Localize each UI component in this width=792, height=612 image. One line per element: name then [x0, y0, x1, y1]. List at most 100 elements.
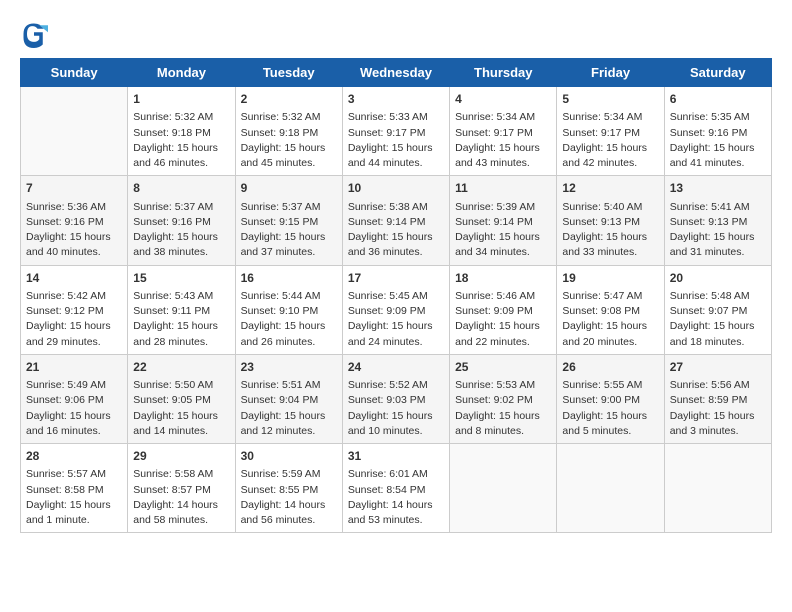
day-info: Sunrise: 5:37 AMSunset: 9:16 PMDaylight:…: [133, 201, 218, 259]
day-number: 26: [562, 359, 658, 376]
calendar-cell: 18 Sunrise: 5:46 AMSunset: 9:09 PMDayligh…: [450, 265, 557, 354]
day-number: 19: [562, 270, 658, 287]
calendar-cell: 17 Sunrise: 5:45 AMSunset: 9:09 PMDayligh…: [342, 265, 449, 354]
day-info: Sunrise: 5:36 AMSunset: 9:16 PMDaylight:…: [26, 201, 111, 259]
day-info: Sunrise: 5:40 AMSunset: 9:13 PMDaylight:…: [562, 201, 647, 259]
calendar-cell: 8 Sunrise: 5:37 AMSunset: 9:16 PMDaylight…: [128, 176, 235, 265]
day-info: Sunrise: 5:52 AMSunset: 9:03 PMDaylight:…: [348, 379, 433, 437]
page-header: [20, 20, 772, 48]
calendar-cell: 10 Sunrise: 5:38 AMSunset: 9:14 PMDayligh…: [342, 176, 449, 265]
day-number: 8: [133, 180, 229, 197]
calendar-cell: 9Sunrise: 5:37 AMSunset: 9:15 PMDaylight…: [235, 176, 342, 265]
day-number: 3: [348, 91, 444, 108]
calendar-week-row: 1 Sunrise: 5:32 AMSunset: 9:18 PMDaylight…: [21, 87, 772, 176]
calendar-cell: 1 Sunrise: 5:32 AMSunset: 9:18 PMDaylight…: [128, 87, 235, 176]
day-info: Sunrise: 5:32 AMSunset: 9:18 PMDaylight:…: [241, 111, 326, 169]
logo: [20, 20, 52, 48]
day-number: 21: [26, 359, 122, 376]
weekday-header-saturday: Saturday: [664, 59, 771, 87]
calendar-cell: 21 Sunrise: 5:49 AMSunset: 9:06 PMDayligh…: [21, 354, 128, 443]
day-number: 20: [670, 270, 766, 287]
day-number: 24: [348, 359, 444, 376]
day-info: Sunrise: 5:39 AMSunset: 9:14 PMDaylight:…: [455, 201, 540, 259]
day-number: 29: [133, 448, 229, 465]
day-info: Sunrise: 5:50 AMSunset: 9:05 PMDaylight:…: [133, 379, 218, 437]
day-number: 18: [455, 270, 551, 287]
day-number: 11: [455, 180, 551, 197]
calendar-cell: 29 Sunrise: 5:58 AMSunset: 8:57 PMDayligh…: [128, 444, 235, 533]
day-info: Sunrise: 5:51 AMSunset: 9:04 PMDaylight:…: [241, 379, 326, 437]
day-info: Sunrise: 5:47 AMSunset: 9:08 PMDaylight:…: [562, 290, 647, 348]
calendar-cell: 27 Sunrise: 5:56 AMSunset: 8:59 PMDayligh…: [664, 354, 771, 443]
day-info: Sunrise: 5:32 AMSunset: 9:18 PMDaylight:…: [133, 111, 218, 169]
calendar-cell: [450, 444, 557, 533]
calendar-cell: 25Sunrise: 5:53 AMSunset: 9:02 PMDayligh…: [450, 354, 557, 443]
day-info: Sunrise: 5:34 AMSunset: 9:17 PMDaylight:…: [455, 111, 540, 169]
weekday-header-wednesday: Wednesday: [342, 59, 449, 87]
calendar-cell: 15 Sunrise: 5:43 AMSunset: 9:11 PMDayligh…: [128, 265, 235, 354]
calendar-cell: 24 Sunrise: 5:52 AMSunset: 9:03 PMDayligh…: [342, 354, 449, 443]
day-info: Sunrise: 5:38 AMSunset: 9:14 PMDaylight:…: [348, 201, 433, 259]
day-number: 15: [133, 270, 229, 287]
day-number: 13: [670, 180, 766, 197]
calendar-table: SundayMondayTuesdayWednesdayThursdayFrid…: [20, 58, 772, 533]
calendar-week-row: 28Sunrise: 5:57 AMSunset: 8:58 PMDayligh…: [21, 444, 772, 533]
calendar-cell: 30 Sunrise: 5:59 AMSunset: 8:55 PMDayligh…: [235, 444, 342, 533]
day-number: 22: [133, 359, 229, 376]
day-number: 6: [670, 91, 766, 108]
calendar-cell: 7 Sunrise: 5:36 AMSunset: 9:16 PMDaylight…: [21, 176, 128, 265]
day-info: Sunrise: 5:46 AMSunset: 9:09 PMDaylight:…: [455, 290, 540, 348]
calendar-cell: 16 Sunrise: 5:44 AMSunset: 9:10 PMDayligh…: [235, 265, 342, 354]
day-info: Sunrise: 5:35 AMSunset: 9:16 PMDaylight:…: [670, 111, 755, 169]
calendar-cell: [664, 444, 771, 533]
day-info: Sunrise: 5:57 AMSunset: 8:58 PMDaylight:…: [26, 468, 111, 526]
day-number: 12: [562, 180, 658, 197]
day-info: Sunrise: 5:59 AMSunset: 8:55 PMDaylight:…: [241, 468, 326, 526]
day-number: 16: [241, 270, 337, 287]
calendar-cell: 6 Sunrise: 5:35 AMSunset: 9:16 PMDaylight…: [664, 87, 771, 176]
calendar-cell: 14Sunrise: 5:42 AMSunset: 9:12 PMDayligh…: [21, 265, 128, 354]
day-number: 31: [348, 448, 444, 465]
day-info: Sunrise: 5:58 AMSunset: 8:57 PMDaylight:…: [133, 468, 218, 526]
calendar-cell: 22 Sunrise: 5:50 AMSunset: 9:05 PMDayligh…: [128, 354, 235, 443]
day-info: Sunrise: 5:45 AMSunset: 9:09 PMDaylight:…: [348, 290, 433, 348]
day-number: 7: [26, 180, 122, 197]
day-info: Sunrise: 5:41 AMSunset: 9:13 PMDaylight:…: [670, 201, 755, 259]
day-number: 1: [133, 91, 229, 108]
weekday-header-row: SundayMondayTuesdayWednesdayThursdayFrid…: [21, 59, 772, 87]
day-info: Sunrise: 5:44 AMSunset: 9:10 PMDaylight:…: [241, 290, 326, 348]
day-number: 2: [241, 91, 337, 108]
calendar-week-row: 21 Sunrise: 5:49 AMSunset: 9:06 PMDayligh…: [21, 354, 772, 443]
calendar-cell: 19 Sunrise: 5:47 AMSunset: 9:08 PMDayligh…: [557, 265, 664, 354]
day-number: 17: [348, 270, 444, 287]
day-number: 10: [348, 180, 444, 197]
day-info: Sunrise: 5:49 AMSunset: 9:06 PMDaylight:…: [26, 379, 111, 437]
day-number: 4: [455, 91, 551, 108]
calendar-cell: 4 Sunrise: 5:34 AMSunset: 9:17 PMDaylight…: [450, 87, 557, 176]
calendar-cell: 31Sunrise: 6:01 AMSunset: 8:54 PMDayligh…: [342, 444, 449, 533]
calendar-cell: 26Sunrise: 5:55 AMSunset: 9:00 PMDayligh…: [557, 354, 664, 443]
calendar-cell: 2 Sunrise: 5:32 AMSunset: 9:18 PMDaylight…: [235, 87, 342, 176]
calendar-cell: 5 Sunrise: 5:34 AMSunset: 9:17 PMDaylight…: [557, 87, 664, 176]
day-info: Sunrise: 5:43 AMSunset: 9:11 PMDaylight:…: [133, 290, 218, 348]
weekday-header-monday: Monday: [128, 59, 235, 87]
weekday-header-friday: Friday: [557, 59, 664, 87]
day-number: 30: [241, 448, 337, 465]
day-number: 5: [562, 91, 658, 108]
calendar-cell: 28Sunrise: 5:57 AMSunset: 8:58 PMDayligh…: [21, 444, 128, 533]
calendar-cell: 13 Sunrise: 5:41 AMSunset: 9:13 PMDayligh…: [664, 176, 771, 265]
day-info: Sunrise: 5:56 AMSunset: 8:59 PMDaylight:…: [670, 379, 755, 437]
day-info: Sunrise: 5:53 AMSunset: 9:02 PMDaylight:…: [455, 379, 540, 437]
calendar-cell: 12 Sunrise: 5:40 AMSunset: 9:13 PMDayligh…: [557, 176, 664, 265]
calendar-cell: 3 Sunrise: 5:33 AMSunset: 9:17 PMDaylight…: [342, 87, 449, 176]
day-info: Sunrise: 5:33 AMSunset: 9:17 PMDaylight:…: [348, 111, 433, 169]
day-info: Sunrise: 5:48 AMSunset: 9:07 PMDaylight:…: [670, 290, 755, 348]
weekday-header-tuesday: Tuesday: [235, 59, 342, 87]
calendar-cell: 20 Sunrise: 5:48 AMSunset: 9:07 PMDayligh…: [664, 265, 771, 354]
day-number: 27: [670, 359, 766, 376]
day-info: Sunrise: 5:37 AMSunset: 9:15 PMDaylight:…: [241, 201, 326, 259]
calendar-cell: [557, 444, 664, 533]
calendar-week-row: 14Sunrise: 5:42 AMSunset: 9:12 PMDayligh…: [21, 265, 772, 354]
calendar-cell: 11 Sunrise: 5:39 AMSunset: 9:14 PMDayligh…: [450, 176, 557, 265]
day-info: Sunrise: 5:34 AMSunset: 9:17 PMDaylight:…: [562, 111, 647, 169]
